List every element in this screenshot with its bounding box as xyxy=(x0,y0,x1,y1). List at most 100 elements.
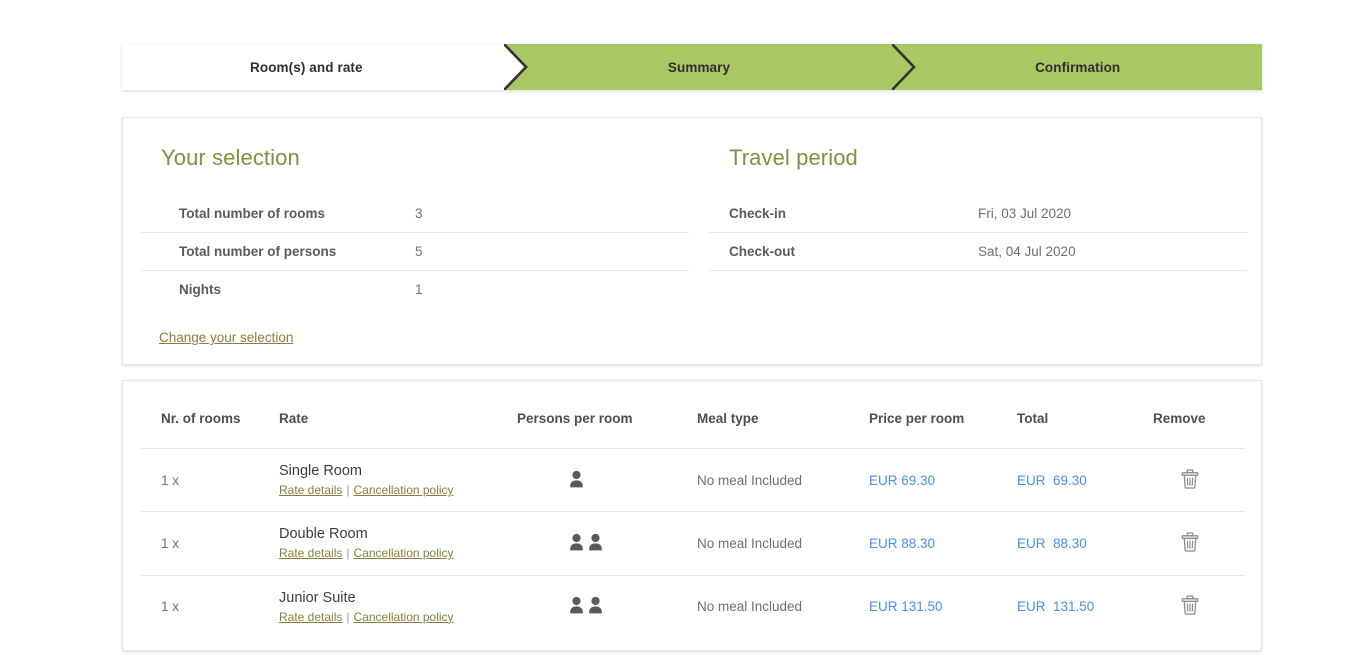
label-nights: Nights xyxy=(179,282,221,297)
rooms-card: Nr. of rooms Rate Persons per room Meal … xyxy=(122,380,1262,651)
column-header-total: Total xyxy=(1017,411,1049,426)
travel-period-title: Travel period xyxy=(729,145,858,170)
cell-price-per-room: EUR 131.50 xyxy=(869,575,1017,638)
person-icon xyxy=(589,597,602,614)
rate-details-link[interactable]: Rate details xyxy=(279,483,342,497)
link-separator: | xyxy=(346,546,350,561)
link-separator: | xyxy=(346,483,350,497)
price-per-room-link[interactable]: EUR 131.50 xyxy=(869,599,943,614)
your-selection-table: Total number of rooms 3 Total number of … xyxy=(141,195,689,308)
column-header-meal-type: Meal type xyxy=(697,411,759,426)
booking-stepper: Room(s) and rate Summary Confirmation xyxy=(122,44,1263,90)
table-row: 1 x Junior Suite Rate details | Cancellati… xyxy=(141,575,1245,638)
cell-total: EUR 69.30 xyxy=(1017,449,1153,512)
cell-nr-of-rooms: 1 x xyxy=(161,472,180,488)
cancellation-policy-link[interactable]: Cancellation policy xyxy=(354,610,454,624)
room-name: Double Room xyxy=(279,526,368,543)
cell-price-per-room: EUR 69.30 xyxy=(869,449,1017,512)
column-header-persons-per-room: Persons per room xyxy=(517,411,633,426)
table-row: Nights 1 xyxy=(141,271,689,309)
trash-icon xyxy=(1181,532,1199,552)
rate-links: Rate details | Cancellation policy xyxy=(279,610,517,624)
your-selection-title: Your selection xyxy=(161,145,300,170)
link-separator: | xyxy=(346,609,350,624)
step-confirmation[interactable]: Confirmation xyxy=(893,44,1263,90)
value-check-out: Sat, 04 Jul 2020 xyxy=(978,244,1076,259)
persons-icons xyxy=(569,596,603,614)
persons-icons xyxy=(569,470,584,488)
rate-details-link[interactable]: Rate details xyxy=(279,546,342,560)
your-selection-section: Your selection Total number of rooms 3 T… xyxy=(141,145,689,347)
rate-links: Rate details | Cancellation policy xyxy=(279,483,517,497)
cell-remove xyxy=(1153,512,1245,575)
cell-rate: Double Room Rate details | Cancellation po… xyxy=(279,512,517,575)
total-price-link[interactable]: EUR 69.30 xyxy=(1017,473,1087,488)
label-check-in: Check-in xyxy=(729,206,787,221)
person-icon xyxy=(570,533,583,551)
cell-total: EUR 131.50 xyxy=(1017,575,1153,638)
cell-meal-type: No meal Included xyxy=(697,472,803,488)
cell-meal-type: No meal Included xyxy=(697,536,803,552)
step-label-summary: Summary xyxy=(667,59,731,75)
step-summary[interactable]: Summary xyxy=(504,44,917,90)
remove-room-button[interactable] xyxy=(1181,595,1199,616)
person-icon xyxy=(589,533,602,551)
person-icon xyxy=(570,597,583,614)
cell-rate: Junior Suite Rate details | Cancellation p… xyxy=(279,575,517,638)
step-label-confirmation: Confirmation xyxy=(1035,59,1121,75)
value-total-persons: 5 xyxy=(415,244,423,259)
table-row: Total number of rooms 3 xyxy=(141,195,689,233)
room-name: Single Room xyxy=(279,463,363,479)
table-row: 1 x Single Room Rate details | Cancellatio… xyxy=(141,448,1245,512)
rate-details-link[interactable]: Rate details xyxy=(279,610,342,624)
remove-room-button[interactable] xyxy=(1181,469,1199,489)
person-icon xyxy=(570,470,583,488)
table-row: Check-in Fri, 03 Jul 2020 xyxy=(709,195,1247,233)
cell-remove xyxy=(1153,575,1245,638)
persons-icons xyxy=(569,533,603,551)
value-check-in: Fri, 03 Jul 2020 xyxy=(978,206,1072,221)
cell-rate: Single Room Rate details | Cancellation po… xyxy=(279,449,517,512)
cell-price-per-room: EUR 88.30 xyxy=(869,512,1017,575)
rooms-table: Nr. of rooms Rate Persons per room Meal … xyxy=(141,401,1245,638)
rooms-table-header-row: Nr. of rooms Rate Persons per room Meal … xyxy=(141,401,1245,449)
cell-total: EUR 88.30 xyxy=(1017,512,1153,575)
cancellation-policy-link[interactable]: Cancellation policy xyxy=(354,483,454,497)
cell-persons-per-room xyxy=(517,449,697,512)
value-nights: 1 xyxy=(415,282,423,297)
cell-nr-of-rooms: 1 x xyxy=(161,536,180,552)
price-per-room-link[interactable]: EUR 88.30 xyxy=(869,536,935,551)
column-header-price-per-room: Price per room xyxy=(869,411,965,426)
travel-period-table: Check-in Fri, 03 Jul 2020 Check-out Sat,… xyxy=(709,195,1247,271)
room-name: Junior Suite xyxy=(279,589,356,606)
cell-persons-per-room xyxy=(517,512,697,575)
column-header-nr-of-rooms: Nr. of rooms xyxy=(161,411,241,426)
rate-links: Rate details | Cancellation policy xyxy=(279,546,517,560)
summary-card: Your selection Total number of rooms 3 T… xyxy=(122,117,1262,365)
trash-icon xyxy=(1181,469,1199,489)
change-your-selection-link[interactable]: Change your selection xyxy=(159,330,293,345)
cell-remove xyxy=(1153,449,1245,512)
price-per-room-link[interactable]: EUR 69.30 xyxy=(869,473,935,488)
column-header-remove: Remove xyxy=(1153,411,1206,426)
trash-icon xyxy=(1181,595,1199,616)
step-label-rooms-and-rate: Room(s) and rate xyxy=(250,59,363,75)
cell-meal-type: No meal Included xyxy=(697,599,803,615)
column-header-rate: Rate xyxy=(279,411,309,426)
table-row: Check-out Sat, 04 Jul 2020 xyxy=(709,233,1247,271)
booking-summary-page: Room(s) and rate Summary Confirmation Yo… xyxy=(0,0,1366,657)
cancellation-policy-link[interactable]: Cancellation policy xyxy=(354,546,454,560)
remove-room-button[interactable] xyxy=(1181,532,1199,552)
total-price-link[interactable]: EUR 88.30 xyxy=(1017,536,1087,551)
label-total-rooms: Total number of rooms xyxy=(179,206,326,221)
table-row: 1 x Double Room Rate details | Cancellatio… xyxy=(141,511,1245,575)
label-check-out: Check-out xyxy=(729,244,796,259)
value-total-rooms: 3 xyxy=(415,206,423,221)
total-price-link[interactable]: EUR 131.50 xyxy=(1017,599,1094,614)
travel-period-section: Travel period Check-in Fri, 03 Jul 2020 … xyxy=(709,145,1247,271)
label-total-persons: Total number of persons xyxy=(179,244,337,259)
table-row: Total number of persons 5 xyxy=(141,233,689,271)
cell-persons-per-room xyxy=(517,575,697,638)
cell-nr-of-rooms: 1 x xyxy=(161,599,180,615)
step-rooms-and-rate[interactable]: Room(s) and rate xyxy=(122,44,528,90)
